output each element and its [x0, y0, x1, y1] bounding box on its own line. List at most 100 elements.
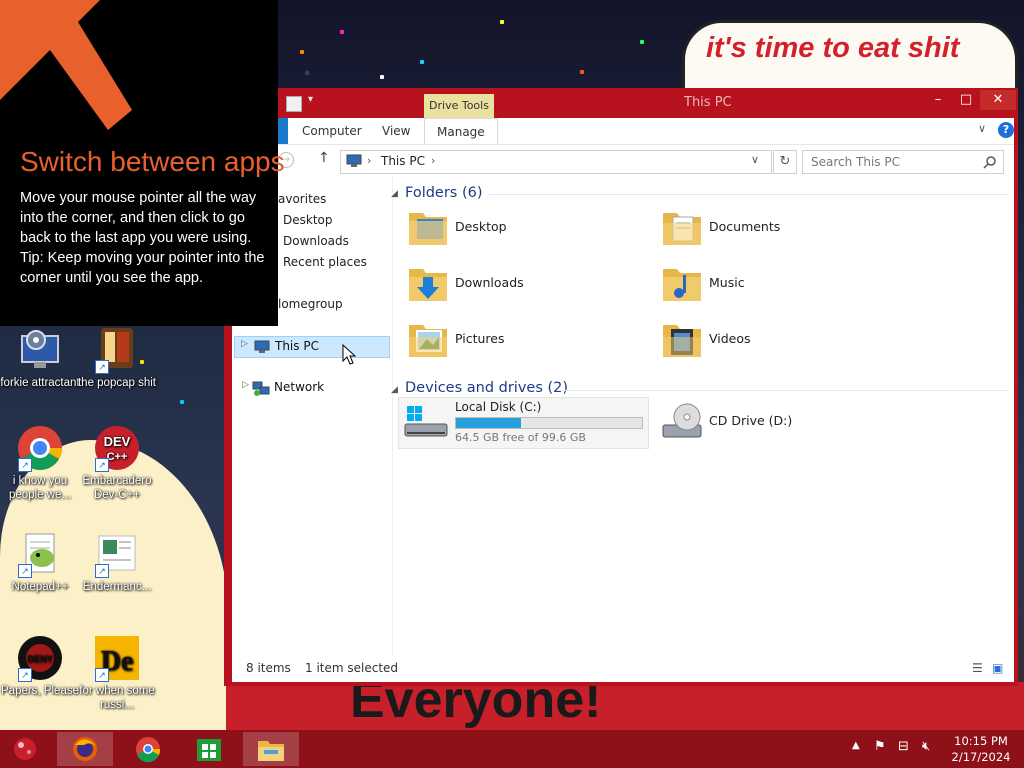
nav-network[interactable]: ▷ Network [234, 378, 388, 398]
shortcut-arrow-icon: ↗ [95, 564, 109, 578]
explorer-content: avorites Desktop Downloads Recent places… [232, 176, 1014, 656]
drive-cd-d[interactable]: CD Drive (D:) [657, 397, 897, 449]
nav-item-recent-places[interactable]: Recent places [283, 252, 367, 272]
start-orb-icon [14, 738, 36, 760]
taskbar-firefox[interactable] [57, 732, 113, 766]
nav-item-downloads[interactable]: Downloads [283, 231, 349, 251]
desktop-icon-label: Endermanc... [82, 581, 152, 593]
shortcut-arrow-icon: ↗ [95, 458, 109, 472]
network-status-icon[interactable]: ⊟ [898, 739, 909, 754]
drive-name: Local Disk (C:) [455, 400, 542, 414]
nav-homegroup[interactable]: lomegroup [278, 294, 343, 314]
drive-name: CD Drive (D:) [709, 413, 793, 428]
quick-access-dropdown-icon[interactable]: ▾ [308, 94, 313, 105]
group-header-folders[interactable]: Folders (6) [405, 185, 483, 201]
tip-hint: Tip: Keep moving your pointer into the c… [20, 250, 265, 286]
clock-date: 2/17/2024 [951, 750, 1011, 764]
desktop-icon-papers-please[interactable]: DENY ↗ Papers, Please [0, 634, 80, 698]
expand-arrow-icon[interactable]: ▷ [241, 339, 248, 349]
search-icon[interactable] [983, 155, 997, 169]
desktop-icon-de-app[interactable]: De ↗ for when some russi... [77, 634, 157, 712]
collapse-folders-icon[interactable]: ◢ [391, 189, 398, 199]
mouse-pointer-icon [342, 344, 357, 365]
disk-usage-bar [455, 417, 643, 429]
notepadpp-icon: ↗ [16, 530, 64, 578]
tip-body: Move your mouse pointer all the way into… [20, 188, 265, 288]
nav-item-desktop[interactable]: Desktop [283, 210, 333, 230]
breadcrumb-this-pc[interactable]: This PC [381, 154, 425, 168]
search-box[interactable]: Search This PC [802, 150, 1004, 174]
breadcrumb-expand-icon[interactable]: › [431, 154, 435, 167]
file-explorer-window[interactable]: ▾ Drive Tools This PC – □ ✕ Computer Vie… [224, 88, 1018, 686]
folder-label: Downloads [455, 275, 524, 290]
taskbar-store[interactable] [181, 732, 237, 766]
taskbar-clock[interactable]: 10:15 PM 2/17/2024 [948, 733, 1014, 765]
desktop-icon-label: forkie attractant [0, 377, 80, 389]
group-header-devices[interactable]: Devices and drives (2) [405, 380, 568, 396]
tip-description: Move your mouse pointer all the way into… [20, 190, 257, 246]
hard-drive-icon [404, 406, 448, 437]
folder-label: Desktop [455, 219, 507, 234]
desktop-icon-popcap[interactable]: ↗ the popcap shit [77, 326, 157, 390]
clock-time: 10:15 PM [954, 734, 1008, 748]
volume-muted-icon[interactable]: 🔇︎ [922, 739, 930, 754]
details-view-icon[interactable]: ☰ [972, 661, 983, 675]
action-center-flag-icon[interactable]: ⚑ [874, 739, 886, 754]
folder-label: Pictures [455, 331, 505, 346]
network-icon [252, 381, 270, 396]
wallpaper-banner [226, 682, 1024, 730]
svg-text:C++: C++ [107, 451, 128, 463]
tab-computer[interactable]: Computer [290, 118, 374, 144]
desktop-icon-devcpp[interactable]: DEV C++ ↗ Embarcadero Dev-C++ [77, 424, 157, 502]
collapse-devices-icon[interactable]: ◢ [391, 385, 398, 395]
folder-label: Videos [709, 331, 751, 346]
taskbar-file-explorer[interactable] [243, 732, 299, 766]
devcpp-icon: DEV C++ ↗ [93, 424, 141, 472]
taskbar-chrome[interactable] [120, 732, 176, 766]
close-button[interactable]: ✕ [980, 90, 1016, 110]
group-divider [557, 390, 1009, 391]
store-icon [197, 739, 221, 761]
drive-local-disk-c[interactable]: Local Disk (C:) 64.5 GB free of 99.6 GB [398, 397, 649, 449]
quick-access-icon[interactable] [286, 96, 302, 112]
desktop-icon-forkie[interactable]: forkie attractant [0, 326, 80, 390]
status-item-count: 8 items [246, 661, 291, 675]
folder-label: Music [709, 275, 745, 290]
main-pane: ◢ Folders (6) Desktop Documents Download… [391, 176, 1014, 656]
folder-downloads[interactable]: Downloads [403, 259, 643, 311]
up-button[interactable]: ↑ [318, 150, 330, 166]
drive-tools-contextual-tab: Drive Tools [424, 94, 494, 118]
large-icons-view-icon[interactable]: ▣ [992, 661, 1003, 675]
show-hidden-icons-icon[interactable]: ▲ [852, 740, 860, 751]
folder-pictures[interactable]: Pictures [403, 315, 643, 367]
window-titlebar[interactable]: ▾ Drive Tools This PC – □ ✕ [224, 88, 1018, 118]
start-button[interactable] [8, 734, 42, 764]
address-bar[interactable]: › This PC › ∨ [340, 150, 772, 174]
nav-favorites[interactable]: avorites [278, 189, 326, 209]
address-history-dropdown-icon[interactable]: ∨ [751, 153, 759, 166]
desktop-icon-notepadpp[interactable]: ↗ Notepad++ [0, 530, 80, 594]
desktop-icon-endermanc[interactable]: ↗ Endermanc... [77, 530, 157, 594]
expand-ribbon-icon[interactable]: ∨ [978, 122, 986, 135]
tab-view[interactable]: View [370, 118, 422, 144]
firefox-icon [73, 737, 97, 761]
switch-apps-tip: Switch between apps Move your mouse poin… [0, 0, 285, 326]
tab-manage[interactable]: Manage [424, 118, 498, 145]
folder-music[interactable]: Music [657, 259, 897, 311]
nav-this-pc-selected[interactable]: ▷ This PC [234, 336, 390, 358]
folder-documents[interactable]: Documents [657, 203, 897, 255]
help-icon[interactable]: ? [998, 122, 1014, 138]
folder-videos[interactable]: Videos [657, 315, 897, 367]
desktop-icon-chrome[interactable]: ↗ i know you people we... [0, 424, 80, 502]
refresh-button[interactable]: ↻ [773, 150, 797, 174]
address-bar-row: → ↑ › This PC › ∨ ↻ Search This PC [232, 144, 1014, 177]
downloads-folder-icon [409, 269, 447, 301]
maximize-button[interactable]: □ [952, 90, 980, 110]
shortcut-arrow-icon: ↗ [95, 360, 109, 374]
minimize-button[interactable]: – [924, 90, 952, 110]
nav-this-pc-label: This PC [275, 339, 319, 353]
folder-desktop[interactable]: Desktop [403, 203, 643, 255]
papers-please-icon: DENY ↗ [16, 634, 64, 682]
desktop-icon-label: the popcap shit [77, 377, 156, 389]
expand-arrow-icon[interactable]: ▷ [242, 380, 249, 390]
